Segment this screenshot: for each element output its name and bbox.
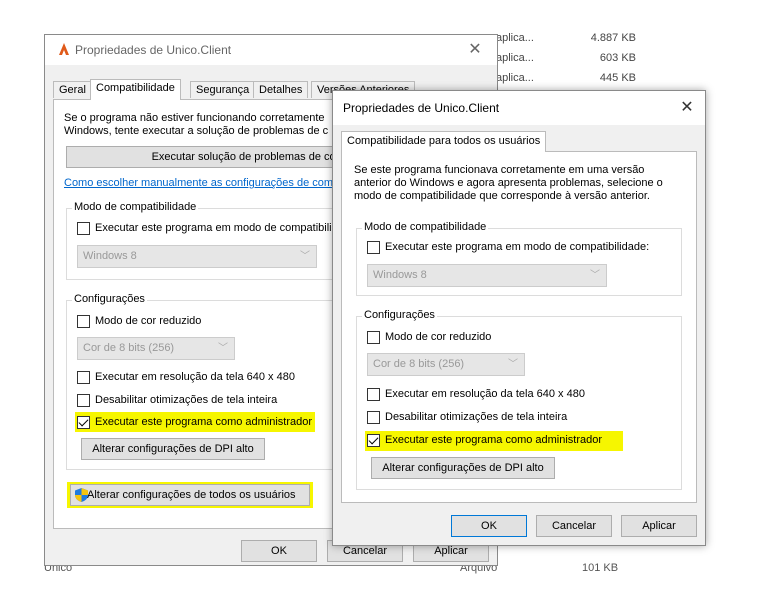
select-value: Cor de 8 bits (256) [373,358,465,370]
checkbox-label: Executar este programa como administrado… [385,434,603,446]
tab-detalhes[interactable]: Detalhes [253,81,309,98]
apply-button[interactable]: Aplicar [621,515,697,537]
compat-panel: Se este programa funcionava corretamente… [341,151,697,503]
color-select[interactable]: Cor de 8 bits (256) ﹀ [77,337,235,360]
file-row[interactable]: aplica... 4.887 KB [496,32,636,50]
group-label: Modo de compatibilidade [362,221,489,233]
chevron-down-icon: ﹀ [508,359,518,370]
chevron-down-icon: ﹀ [590,270,600,281]
app-icon [57,42,71,56]
tab-compat-all-users[interactable]: Compatibilidade para todos os usuários [341,131,547,152]
checkbox-label: Executar este programa em modo de compat… [385,241,650,253]
color-select[interactable]: Cor de 8 bits (256) ﹀ [367,353,525,376]
disable-fullscreen-checkbox[interactable] [77,394,90,407]
file-row[interactable]: aplica... 603 KB [496,52,636,70]
checkbox-label: Executar este programa como administrado… [95,416,313,428]
shield-icon [75,488,88,502]
checkbox-label: Executar em resolução da tela 640 x 480 [95,371,295,383]
file-size: 4.887 KB [590,32,636,44]
select-value: Cor de 8 bits (256) [83,342,175,354]
tab-seguranca[interactable]: Segurança [190,81,256,98]
title-bar: Propriedades de Unico.Client ✕ [333,91,705,125]
reduced-color-checkbox[interactable] [77,315,90,328]
checkbox-label: Modo de cor reduzido [95,315,202,327]
run-admin-checkbox[interactable] [77,416,90,429]
tab-compatibilidade[interactable]: Compatibilidade [90,79,181,100]
file-row[interactable]: aplica... 445 KB [496,72,636,90]
ok-button[interactable]: OK [241,540,317,562]
res-640-checkbox[interactable] [77,371,90,384]
intro-text: modo de compatibilidade que corresponde … [354,190,650,202]
checkbox-label: Modo de cor reduzido [385,331,492,343]
disable-fullscreen-checkbox[interactable] [367,411,380,424]
compat-mode-group: Modo de compatibilidade Executar este pr… [356,221,682,296]
all-users-dialog: Propriedades de Unico.Client ✕ Compatibi… [332,90,706,546]
settings-group: Configurações Modo de cor reduzido Cor d… [356,309,682,490]
intro-text: Se o programa não estiver funcionando co… [64,112,325,124]
dpi-settings-button[interactable]: Alterar configurações de DPI alto [81,438,265,460]
group-label: Configurações [72,293,147,305]
cancel-button[interactable]: Cancelar [536,515,612,537]
file-size: 101 KB [582,562,619,574]
button-label: Alterar configurações de todos os usuári… [87,489,296,501]
os-select[interactable]: Windows 8 ﹀ [367,264,607,287]
run-admin-checkbox[interactable] [367,434,380,447]
checkbox-label: Desabilitar otimizações de tela inteira [385,411,568,423]
group-label: Modo de compatibilidade [72,201,199,213]
checkbox-label: Executar em resolução da tela 640 x 480 [385,388,585,400]
file-type: aplica... [496,32,534,44]
intro-text: anterior do Windows e agora apresenta pr… [354,177,663,189]
file-type: aplica... [496,72,534,84]
close-icon[interactable]: ✕ [465,40,485,60]
reduced-color-checkbox[interactable] [367,331,380,344]
close-icon[interactable]: ✕ [677,98,697,118]
tab-geral[interactable]: Geral [53,81,92,98]
select-value: Windows 8 [373,269,427,281]
all-users-button[interactable]: Alterar configurações de todos os usuári… [70,484,310,506]
select-value: Windows 8 [83,250,137,262]
chevron-down-icon: ﹀ [218,343,228,354]
intro-text: Se este programa funcionava corretamente… [354,164,645,176]
dpi-settings-button[interactable]: Alterar configurações de DPI alto [371,457,555,479]
group-label: Configurações [362,309,437,321]
dialog-title: Propriedades de Unico.Client [343,101,500,115]
ok-button[interactable]: OK [451,515,527,537]
file-size: 603 KB [599,52,636,64]
compat-mode-checkbox[interactable] [77,222,90,235]
res-640-checkbox[interactable] [367,388,380,401]
os-select[interactable]: Windows 8 ﹀ [77,245,317,268]
checkbox-label: Executar este programa em modo de compat… [95,222,338,234]
compat-mode-checkbox[interactable] [367,241,380,254]
intro-text: Windows, tente executar a solução de pro… [64,125,329,137]
manual-settings-link[interactable]: Como escolher manualmente as configuraçõ… [64,177,333,190]
file-size: 445 KB [599,72,636,84]
title-bar: Propriedades de Unico.Client ✕ [45,35,497,65]
file-type: aplica... [496,52,534,64]
dialog-title: Propriedades de Unico.Client [75,43,232,57]
chevron-down-icon: ﹀ [300,251,310,262]
checkbox-label: Desabilitar otimizações de tela inteira [95,394,278,406]
